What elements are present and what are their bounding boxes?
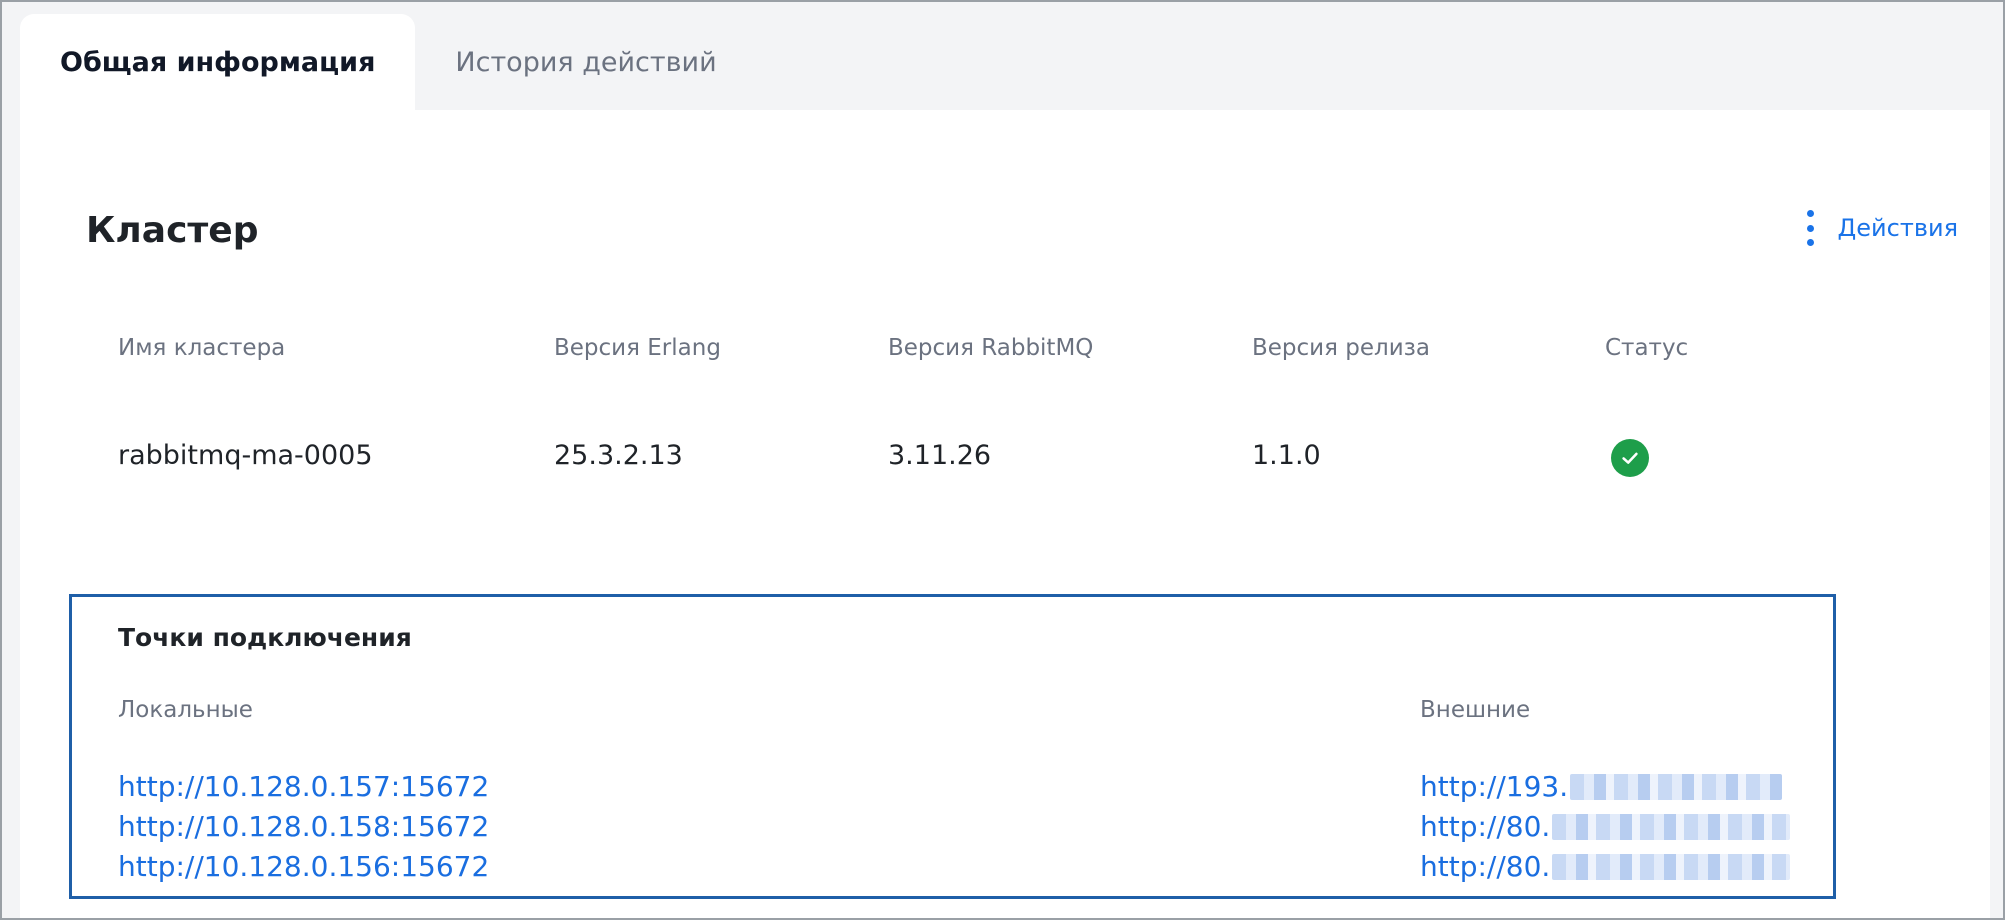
- redacted-address: [1570, 774, 1783, 800]
- cluster-name-value: rabbitmq-ma-0005: [118, 440, 373, 471]
- tab-bar: Общая информация История действий: [20, 14, 757, 110]
- cluster-section-title: Кластер: [86, 210, 259, 251]
- column-label-cluster-name: Имя кластера: [118, 335, 286, 361]
- redacted-address: [1552, 814, 1791, 840]
- release-version-value: 1.1.0: [1252, 440, 1321, 471]
- list-item: http://80.: [1420, 847, 1791, 887]
- list-item: http://10.128.0.156:15672: [118, 847, 489, 887]
- list-item: http://10.128.0.157:15672: [118, 767, 489, 807]
- local-endpoints-list: http://10.128.0.157:15672 http://10.128.…: [118, 767, 489, 887]
- list-item: http://10.128.0.158:15672: [118, 807, 489, 847]
- rabbitmq-version-value: 3.11.26: [888, 440, 992, 471]
- app-window: Общая информация История действий Класте…: [0, 0, 2005, 920]
- column-label-erlang-version: Версия Erlang: [554, 335, 721, 361]
- actions-button[interactable]: Действия: [1806, 210, 1958, 246]
- erlang-version-value: 25.3.2.13: [554, 440, 683, 471]
- external-endpoint-link[interactable]: http://193.: [1420, 767, 1568, 807]
- tab-action-history[interactable]: История действий: [415, 14, 756, 110]
- list-item: http://80.: [1420, 807, 1791, 847]
- external-endpoints-label: Внешние: [1420, 697, 1531, 723]
- kebab-vertical-icon: [1806, 210, 1816, 246]
- redacted-address: [1552, 854, 1791, 880]
- check-circle-icon: [1611, 439, 1649, 477]
- actions-label: Действия: [1837, 214, 1958, 242]
- column-label-status: Статус: [1605, 335, 1689, 361]
- column-label-release-version: Версия релиза: [1252, 335, 1430, 361]
- list-item: http://193.: [1420, 767, 1790, 807]
- external-endpoints-list: http://193. http://80. http://80.: [1420, 767, 1791, 887]
- local-endpoint-link[interactable]: http://10.128.0.157:15672: [118, 770, 489, 803]
- connection-points-title: Точки подключения: [118, 623, 412, 652]
- external-endpoint-link[interactable]: http://80.: [1420, 807, 1550, 847]
- column-label-rabbitmq-version: Версия RabbitMQ: [888, 335, 1094, 361]
- connection-points-panel: Точки подключения Локальные Внешние http…: [69, 594, 1836, 899]
- local-endpoints-label: Локальные: [118, 697, 253, 723]
- external-endpoint-link[interactable]: http://80.: [1420, 847, 1550, 887]
- local-endpoint-link[interactable]: http://10.128.0.156:15672: [118, 850, 489, 883]
- main-panel: Кластер Действия Имя кластера Версия Erl…: [20, 110, 1990, 918]
- tab-general-info[interactable]: Общая информация: [20, 14, 416, 110]
- local-endpoint-link[interactable]: http://10.128.0.158:15672: [118, 810, 489, 843]
